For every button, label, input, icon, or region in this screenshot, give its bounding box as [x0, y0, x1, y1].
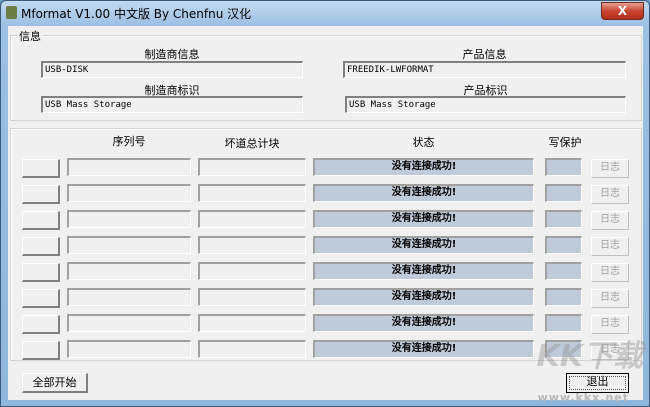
log-button[interactable]: 日志 — [591, 263, 629, 282]
drive-select-button[interactable] — [22, 159, 60, 178]
exit-button[interactable]: 退出 — [566, 373, 629, 393]
bad-blocks-field[interactable] — [198, 288, 306, 306]
drive-select-button[interactable] — [22, 341, 60, 360]
serial-field[interactable] — [67, 288, 191, 306]
bad-blocks-field[interactable] — [198, 262, 306, 280]
write-protect-field — [545, 314, 582, 332]
status-field: 没有连接成功! — [313, 288, 534, 306]
status-header: 状态 — [412, 136, 435, 149]
write-protect-field — [545, 288, 582, 306]
status-field: 没有连接成功! — [313, 340, 534, 358]
watermark-logo: KK下载 — [536, 339, 644, 374]
serial-field[interactable] — [67, 314, 191, 332]
window-title: Mformat V1.00 中文版 By Chenfnu 汉化 — [21, 7, 252, 21]
bad-blocks-field[interactable] — [198, 158, 306, 176]
serial-field[interactable] — [67, 236, 191, 254]
status-field: 没有连接成功! — [313, 184, 534, 202]
product-info-field[interactable]: FREEDIK-LWFORMAT — [343, 61, 626, 78]
app-icon — [6, 6, 17, 19]
write-protect-field — [545, 236, 582, 254]
status-field: 没有连接成功! — [313, 210, 534, 228]
bad-blocks-field[interactable] — [198, 340, 306, 358]
app-window: Mformat V1.00 中文版 By Chenfnu 汉化 X 信息 制造商… — [0, 0, 650, 407]
watermark-url: www.kkx.net — [537, 391, 629, 404]
log-button[interactable]: 日志 — [591, 185, 629, 204]
close-button[interactable]: X — [601, 2, 644, 20]
log-button[interactable]: 日志 — [591, 159, 629, 178]
bad-blocks-field[interactable] — [198, 210, 306, 228]
drive-select-button[interactable] — [22, 185, 60, 204]
status-field: 没有连接成功! — [313, 236, 534, 254]
start-all-button[interactable]: 全部开始 — [22, 373, 88, 393]
drive-select-button[interactable] — [22, 263, 60, 282]
serial-field[interactable] — [67, 340, 191, 358]
status-field: 没有连接成功! — [313, 158, 534, 176]
product-id-field[interactable]: USB Mass Storage — [345, 96, 626, 113]
serial-field[interactable] — [67, 210, 191, 228]
info-group-label: 信息 — [17, 28, 43, 44]
write-protect-field — [545, 158, 582, 176]
write-protect-header: 写保护 — [548, 136, 582, 149]
bad-blocks-field[interactable] — [198, 236, 306, 254]
serial-header: 序列号 — [112, 135, 146, 148]
status-field: 没有连接成功! — [313, 262, 534, 280]
status-field: 没有连接成功! — [313, 314, 534, 332]
log-button[interactable]: 日志 — [591, 289, 629, 308]
log-button[interactable]: 日志 — [591, 211, 629, 230]
bad-blocks-field[interactable] — [198, 314, 306, 332]
write-protect-field — [545, 184, 582, 202]
drive-select-button[interactable] — [22, 315, 60, 334]
manufacturer-info-label: 制造商信息 — [144, 48, 200, 61]
serial-field[interactable] — [67, 262, 191, 280]
serial-field[interactable] — [67, 158, 191, 176]
product-info-label: 产品信息 — [462, 48, 507, 61]
serial-field[interactable] — [67, 184, 191, 202]
bad-blocks-header: 坏道总计块 — [224, 137, 280, 150]
write-protect-field — [545, 210, 582, 228]
manufacturer-info-field[interactable]: USB-DISK — [41, 61, 303, 78]
bad-blocks-field[interactable] — [198, 184, 306, 202]
drive-select-button[interactable] — [22, 289, 60, 308]
drive-select-button[interactable] — [22, 237, 60, 256]
drive-select-button[interactable] — [22, 211, 60, 230]
manufacturer-id-field[interactable]: USB Mass Storage — [41, 96, 303, 113]
write-protect-field — [545, 262, 582, 280]
log-button[interactable]: 日志 — [591, 237, 629, 256]
